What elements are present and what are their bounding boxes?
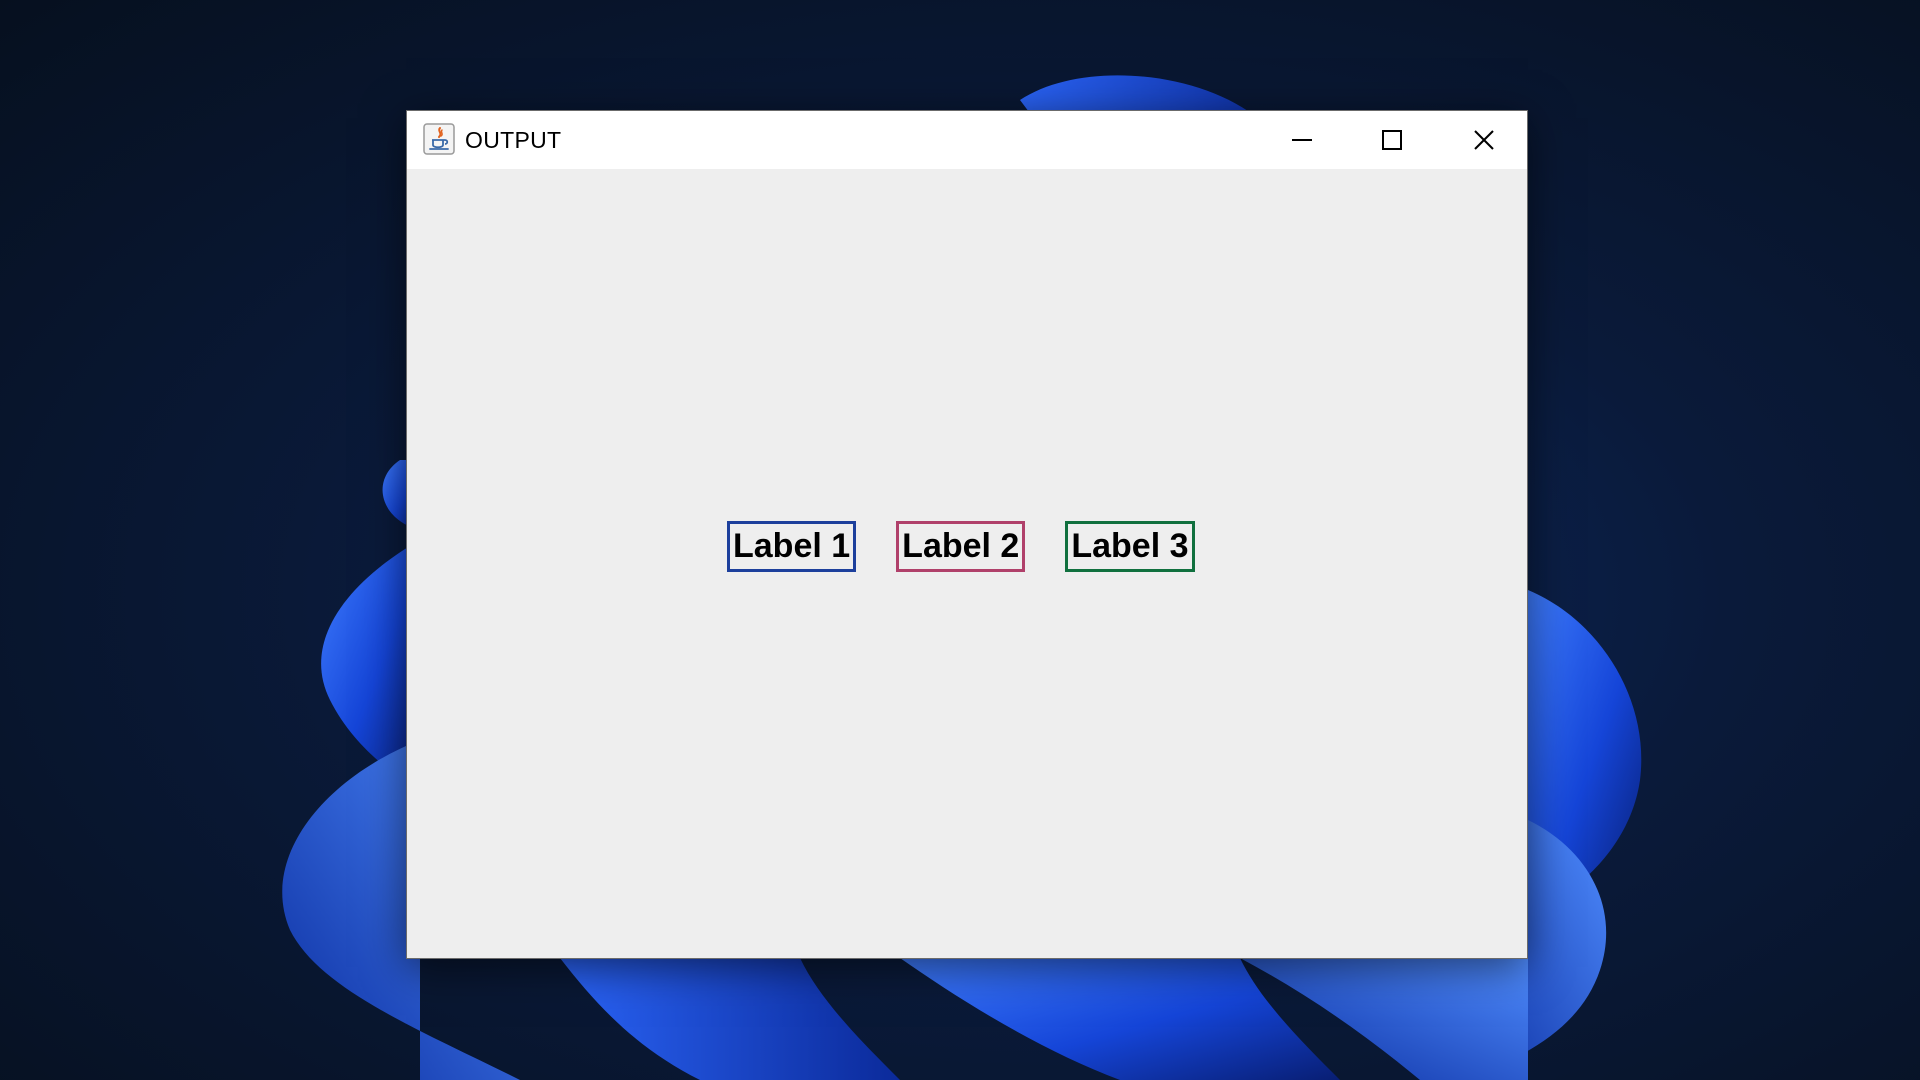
maximize-icon — [1382, 130, 1402, 150]
content-pane: Label 1 Label 2 Label 3 — [407, 169, 1527, 958]
labels-row: Label 1 Label 2 Label 3 — [727, 521, 1195, 572]
label-3: Label 3 — [1065, 521, 1195, 572]
minimize-icon — [1292, 139, 1312, 141]
label-2: Label 2 — [896, 521, 1026, 572]
desktop: OUTPUT Label 1 Label 2 Label 3 — [0, 0, 1920, 1080]
minimize-button[interactable] — [1257, 111, 1347, 169]
app-window: OUTPUT Label 1 Label 2 Label 3 — [406, 110, 1528, 959]
close-icon — [1474, 130, 1494, 150]
java-icon — [423, 123, 455, 155]
close-button[interactable] — [1439, 111, 1529, 169]
maximize-button[interactable] — [1347, 111, 1437, 169]
label-1: Label 1 — [727, 521, 857, 572]
window-title: OUTPUT — [465, 127, 562, 153]
title-bar[interactable]: OUTPUT — [407, 111, 1527, 169]
